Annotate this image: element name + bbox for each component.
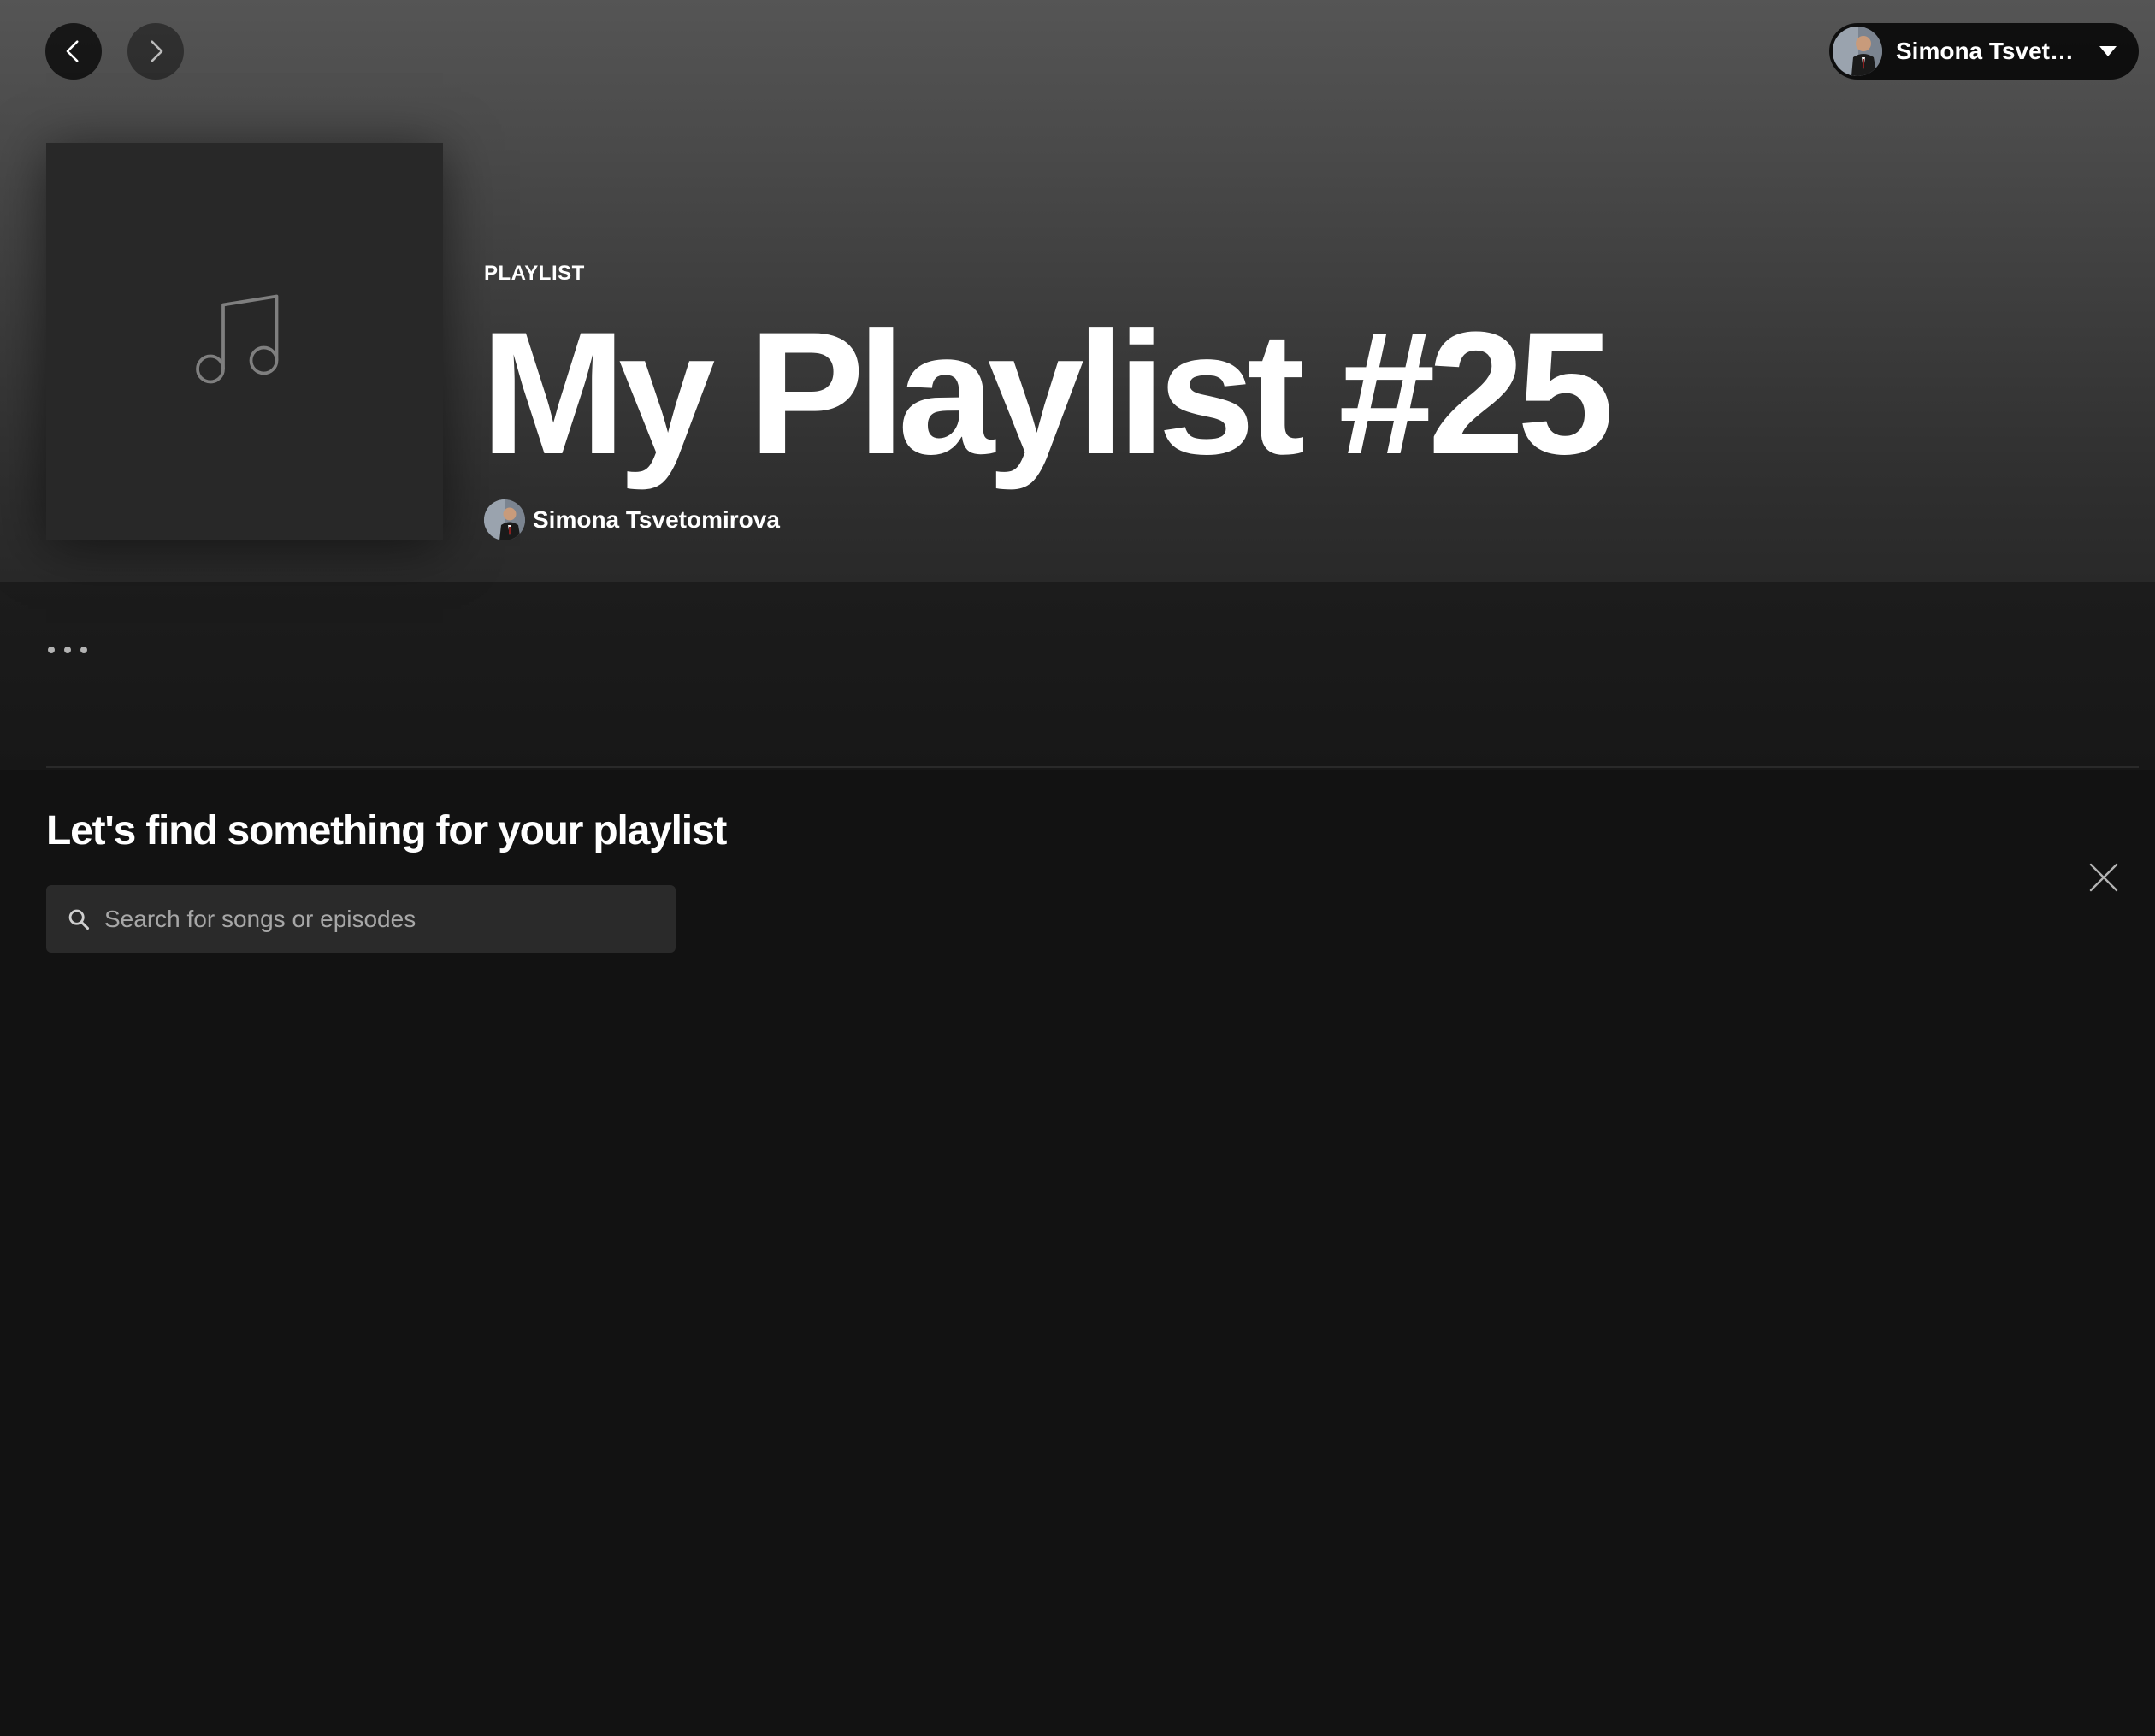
user-display-name: Simona Tsveto...	[1896, 38, 2084, 64]
chevron-right-icon	[151, 40, 163, 62]
playlist-title[interactable]: My Playlist #25	[481, 291, 1615, 496]
more-options-icon	[48, 647, 87, 653]
playlist-cover[interactable]	[46, 143, 443, 540]
owner-name: Simona Tsvetomirova	[533, 506, 780, 533]
user-menu-button[interactable]: Simona Tsveto...	[1829, 23, 2139, 80]
back-button[interactable]	[45, 23, 102, 80]
user-avatar	[1833, 27, 1882, 76]
forward-button[interactable]	[127, 23, 184, 80]
search-input[interactable]	[103, 892, 676, 946]
music-note-icon	[196, 294, 279, 384]
more-options-button[interactable]	[48, 635, 99, 665]
search-field[interactable]	[46, 885, 676, 953]
playlist-owner[interactable]: Simona Tsvetomirova	[484, 499, 780, 540]
find-heading: Let's find something for your playlist	[46, 808, 727, 853]
close-find-button[interactable]	[2087, 860, 2121, 895]
caret-down-icon	[2099, 46, 2117, 56]
action-bar-background	[0, 582, 2155, 770]
playlist-type-label: PLAYLIST	[484, 262, 585, 285]
section-divider	[46, 766, 2139, 768]
search-icon	[68, 909, 90, 930]
chevron-left-icon	[66, 40, 79, 62]
app-window: Simona Tsveto... PLAYLIST My Playlist #2…	[0, 0, 2155, 1736]
owner-avatar	[484, 499, 525, 540]
close-icon	[2089, 863, 2118, 892]
